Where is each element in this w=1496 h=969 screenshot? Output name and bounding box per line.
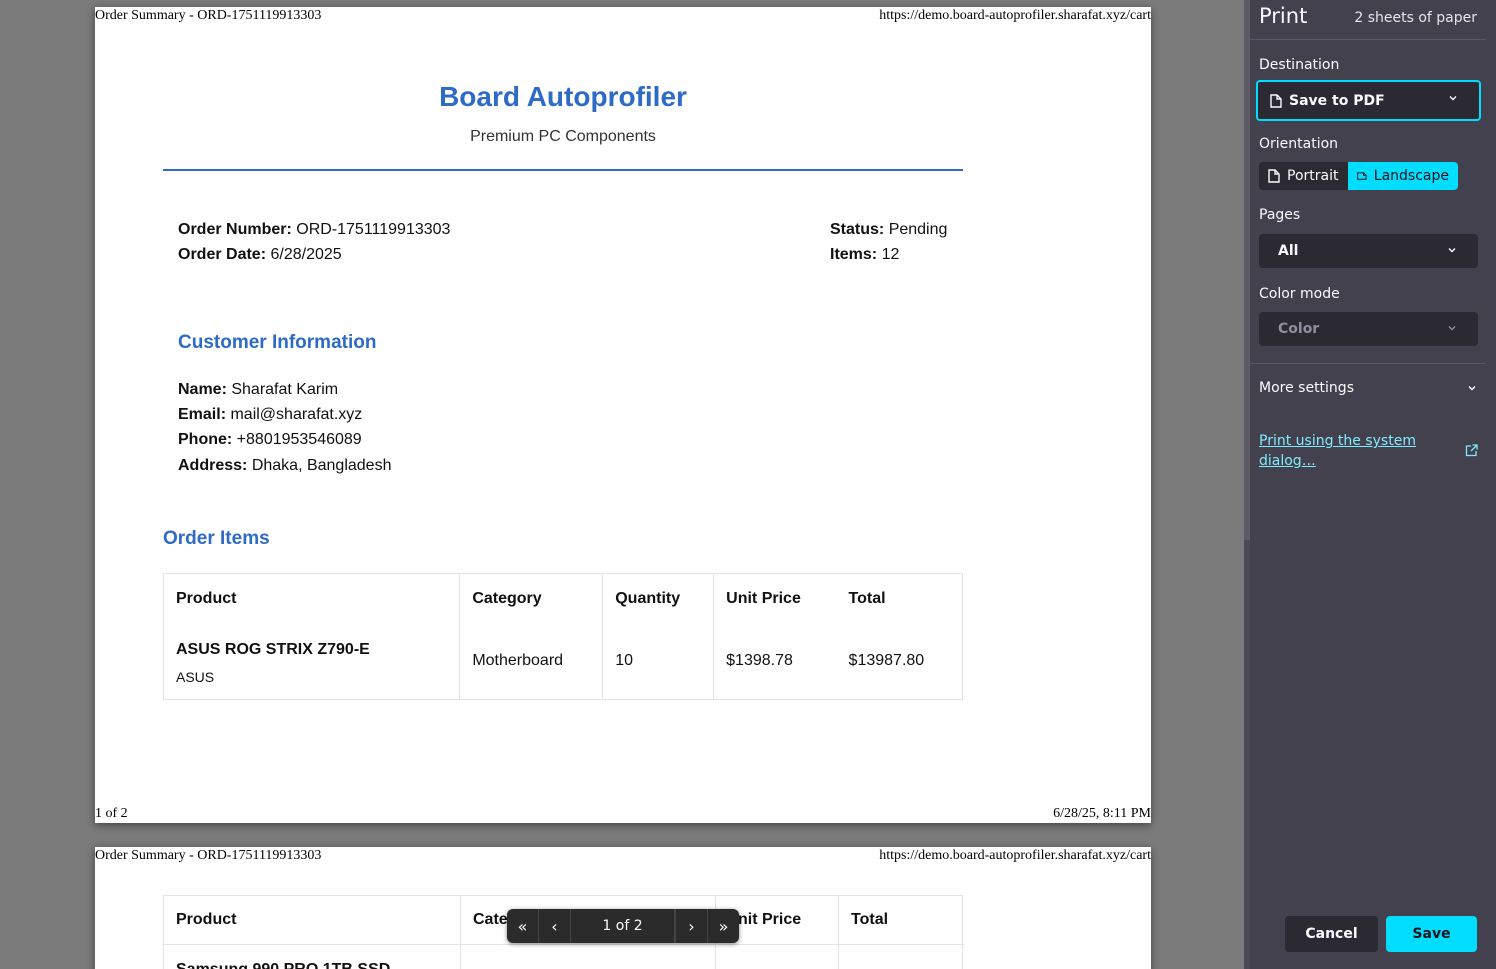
chevron-down-icon	[1468, 386, 1476, 391]
orientation-toggle: Portrait Landscape	[1259, 162, 1458, 190]
prev-page-button[interactable]: ‹	[539, 909, 571, 943]
column-header: Quantity	[602, 573, 715, 624]
customer-info-heading: Customer Information	[178, 332, 377, 353]
color-mode-select[interactable]: Color	[1259, 312, 1478, 346]
chevron-down-icon	[1448, 326, 1456, 331]
order-items-count: Items: 12	[830, 246, 900, 263]
product-name: ASUS ROG STRIX Z790-E	[176, 641, 370, 659]
destination-label: Destination	[1259, 57, 1340, 73]
color-mode-label: Color mode	[1259, 286, 1340, 302]
brand-title: Board Autoprofiler	[439, 81, 687, 112]
brand-tagline: Premium PC Components	[470, 128, 656, 145]
customer-address: Address: Dhaka, Bangladesh	[178, 457, 392, 474]
first-page-icon: «	[517, 916, 528, 936]
customer-email: Email: mail@sharafat.xyz	[178, 406, 363, 423]
pages-select[interactable]: All	[1259, 234, 1478, 268]
column-header: nit Price	[738, 911, 802, 928]
column-header: Category	[459, 573, 604, 624]
page-navigation: « ‹ 1 of 2 › »	[507, 909, 739, 943]
portrait-icon	[1268, 169, 1280, 183]
save-button[interactable]: Save	[1386, 916, 1477, 952]
more-settings-toggle[interactable]: More settings	[1259, 380, 1478, 396]
column-header: Total	[836, 573, 963, 624]
next-page-icon: ›	[688, 916, 695, 936]
print-preview[interactable]: Order Summary - ORD-1751119913303 https:…	[0, 0, 1244, 969]
order-document-continued: Product Cate nit Price Total Samsung 990…	[163, 847, 964, 969]
order-date: Order Date: 6/28/2025	[178, 246, 342, 263]
divider	[1250, 363, 1486, 364]
column-header: Total	[851, 911, 889, 928]
print-settings-panel: Print 2 sheets of paper Destination Save…	[1244, 0, 1496, 969]
orientation-portrait-button[interactable]: Portrait	[1259, 162, 1348, 190]
table-row: ASUS ROG STRIX Z790-E ASUS Motherboard 1…	[162, 623, 963, 700]
total-cell: $13987.80	[836, 623, 963, 700]
page-footer-number: 1 of 2	[95, 806, 128, 821]
column-header: Product	[176, 911, 237, 928]
page-indicator[interactable]: 1 of 2	[571, 909, 675, 943]
preview-scrollbar[interactable]	[1244, 0, 1250, 969]
order-number: Order Number: ORD-1751119913303	[178, 221, 451, 238]
orientation-label: Orientation	[1259, 136, 1339, 152]
next-page-button[interactable]: ›	[675, 909, 707, 943]
product-cell: ASUS ROG STRIX Z790-E ASUS	[162, 623, 461, 700]
destination-value: Save to PDF	[1289, 92, 1385, 109]
landscape-icon	[1357, 172, 1367, 180]
color-mode-value: Color	[1278, 321, 1320, 337]
customer-phone: Phone: +8801953546089	[178, 431, 362, 448]
table-header-row: Product Category Quantity Unit Price Tot…	[162, 573, 963, 624]
column-header: Cate	[473, 911, 508, 928]
page-footer-datetime: 6/28/25, 8:11 PM	[1053, 806, 1151, 821]
chevron-down-icon	[1449, 96, 1457, 101]
quantity-cell: 10	[602, 623, 715, 700]
product-name: Samsung 990 PRO 1TB SSD	[176, 961, 390, 969]
order-document: Board Autoprofiler Premium PC Components…	[162, 7, 963, 823]
order-items-table: Product Category Quantity Unit Price Tot…	[162, 573, 963, 700]
cancel-button[interactable]: Cancel	[1285, 916, 1378, 952]
last-page-icon: »	[718, 916, 729, 936]
product-brand: ASUS	[176, 669, 215, 686]
unit-price-cell: $1398.78	[713, 623, 837, 700]
preview-page-1: Order Summary - ORD-1751119913303 https:…	[95, 7, 1151, 823]
print-title: Print	[1259, 4, 1308, 28]
chevron-down-icon	[1448, 248, 1456, 253]
scrollbar-thumb[interactable]	[1244, 0, 1250, 540]
more-settings-label: More settings	[1259, 380, 1354, 396]
category-cell: Motherboard	[459, 623, 604, 700]
column-header: Unit Price	[713, 573, 837, 624]
system-dialog-link[interactable]: Print using the system dialog…	[1259, 431, 1439, 471]
orientation-landscape-button[interactable]: Landscape	[1348, 162, 1458, 190]
first-page-button[interactable]: «	[507, 909, 539, 943]
divider	[1250, 39, 1486, 40]
pages-label: Pages	[1259, 207, 1301, 223]
header-rule	[163, 169, 963, 171]
external-link-icon[interactable]	[1465, 444, 1478, 457]
order-items-heading: Order Items	[163, 528, 270, 549]
prev-page-icon: ‹	[551, 916, 558, 936]
column-header: Product	[162, 573, 461, 624]
preview-page-2: Order Summary - ORD-1751119913303 https:…	[95, 847, 1151, 969]
sheet-count: 2 sheets of paper	[1354, 10, 1477, 26]
last-page-button[interactable]: »	[707, 909, 739, 943]
destination-select[interactable]: Save to PDF	[1256, 80, 1481, 121]
order-status: Status: Pending	[830, 221, 948, 238]
document-icon	[1270, 94, 1282, 108]
pages-value: All	[1278, 243, 1299, 259]
customer-name: Name: Sharafat Karim	[178, 381, 339, 398]
